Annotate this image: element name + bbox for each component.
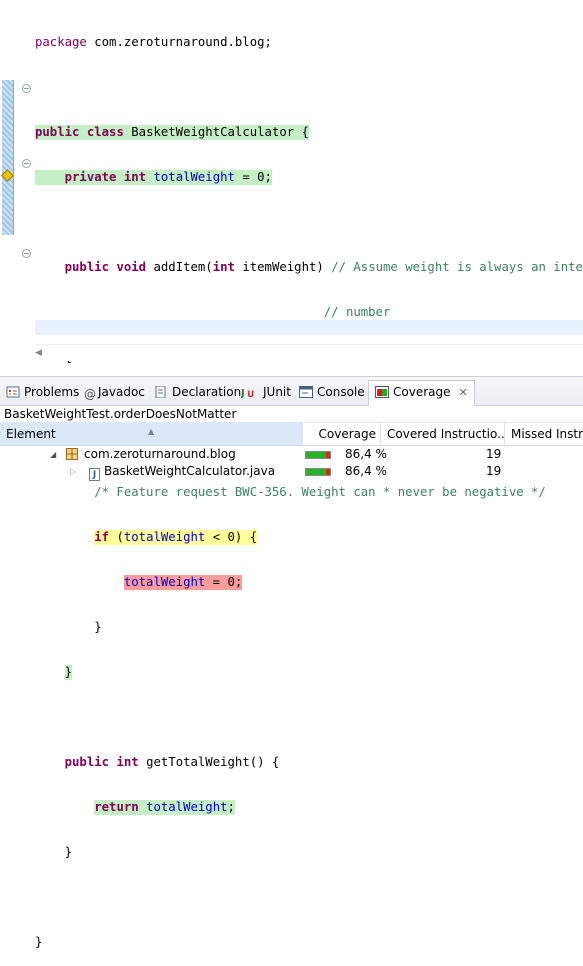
expand-toggle-icon[interactable]: ◢ — [50, 446, 56, 463]
column-header-element[interactable]: Element ▲ — [0, 423, 303, 445]
column-header-missed-label: Missed Instru — [511, 427, 583, 441]
method-getTotalWeight: public int getTotalWeight() { — [64, 755, 280, 769]
console-icon — [299, 383, 313, 398]
column-header-missed[interactable]: Missed Instru — [505, 423, 583, 445]
tab-console-label: Console — [317, 385, 365, 399]
element-name: com.zeroturnaround.blog — [84, 447, 236, 461]
coverage-value: 86,4 % — [345, 464, 387, 478]
collapse-toggle-icon[interactable]: ▷ — [70, 463, 76, 480]
coverage-ruler-marker — [2, 80, 14, 235]
coverage-value: 86,4 % — [345, 447, 387, 461]
declaration-icon — [154, 383, 168, 399]
covered-return: return totalWeight; — [94, 800, 235, 815]
class-declaration: public class BasketWeightCalculator { — [35, 125, 309, 140]
fold-toggle-icon[interactable] — [22, 84, 31, 93]
tab-problems[interactable]: Problems — [6, 381, 79, 403]
package-text: com.zeroturnaround.blog; — [86, 35, 272, 49]
tab-coverage-label: Coverage — [393, 385, 451, 399]
field-declaration: private int totalWeight = 0; — [35, 170, 272, 185]
column-header-covered-label: Covered Instructio... — [387, 427, 505, 441]
tab-coverage[interactable]: Coverage ✕ — [368, 380, 475, 406]
tab-javadoc[interactable]: @ Javadoc — [84, 381, 145, 403]
covered-closing-brace: } — [64, 665, 73, 680]
column-header-covered[interactable]: Covered Instructio... — [381, 423, 505, 445]
table-row[interactable]: ◢ com.zeroturnaround.blog 86,4 % 19 — [0, 446, 583, 463]
sort-indicator-icon: ▲ — [148, 427, 155, 436]
element-name: BasketWeightCalculator.java — [104, 464, 276, 478]
covered-count: 19 — [486, 464, 502, 478]
coverage-icon — [375, 383, 389, 398]
code-line: package com.zeroturnaround.blog; — [35, 35, 272, 49]
horizontal-scrollbar[interactable]: ◀ — [35, 344, 583, 361]
code-editor[interactable]: package com.zeroturnaround.blog; public … — [0, 0, 583, 949]
partial-branch-line: if (totalWeight < 0) { — [94, 530, 258, 545]
svg-text:J: J — [241, 388, 245, 398]
covered-count: 19 — [486, 447, 502, 461]
overview-gutter — [0, 0, 16, 362]
method-addItem: public void addItem(int itemWeight) // A… — [64, 260, 583, 274]
svg-text:U: U — [247, 390, 254, 398]
tab-junit[interactable]: JU JUnit — [240, 381, 291, 403]
column-header-coverage-label: Coverage — [318, 427, 377, 441]
package-icon — [66, 446, 78, 463]
view-tab-bar: Problems @ Javadoc Declaration JU JUnit C… — [0, 377, 583, 406]
tab-problems-label: Problems — [24, 385, 80, 399]
missed-line: totalWeight = 0; — [123, 575, 243, 590]
column-header-element-label: Element — [6, 427, 56, 441]
table-row[interactable]: ▷ J BasketWeightCalculator.java 86,4 % 1… — [0, 463, 583, 481]
tab-junit-label: JUnit — [263, 385, 291, 399]
tab-javadoc-label: Javadoc — [98, 385, 145, 399]
at-sign-icon: @ — [84, 387, 96, 401]
tab-declaration[interactable]: Declaration — [154, 381, 241, 403]
tab-declaration-label: Declaration — [172, 385, 242, 399]
coverage-session-label: BasketWeightTest.orderDoesNotMatter — [0, 406, 583, 423]
code-text[interactable]: package com.zeroturnaround.blog; public … — [35, 5, 583, 966]
scroll-left-icon[interactable]: ◀ — [35, 348, 42, 358]
table-header: Element ▲ Coverage Covered Instructio...… — [0, 423, 583, 446]
junit-icon: JU — [240, 383, 259, 400]
close-icon[interactable]: ✕ — [459, 386, 468, 399]
coverage-bar — [305, 463, 331, 480]
column-header-coverage[interactable]: Coverage — [303, 423, 381, 445]
coverage-view: Problems @ Javadoc Declaration JU JUnit C… — [0, 376, 583, 484]
problems-icon — [6, 383, 20, 398]
java-file-icon: J — [89, 463, 100, 481]
folding-column — [16, 0, 34, 362]
fold-toggle-icon[interactable] — [22, 159, 31, 168]
coverage-bar — [305, 446, 331, 463]
fold-toggle-icon[interactable] — [22, 249, 31, 258]
tab-console[interactable]: Console — [299, 381, 365, 403]
